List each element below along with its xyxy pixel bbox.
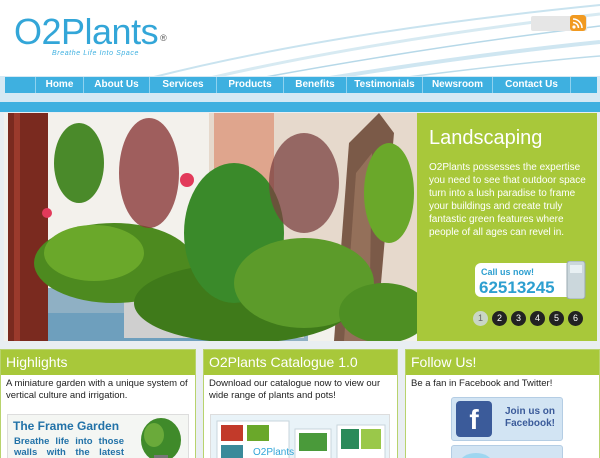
twitter-button[interactable] [451,445,563,458]
facebook-button[interactable]: f Join us on Facebook! [451,397,563,441]
slide-dot-2[interactable]: 2 [492,311,507,326]
plant-thumbnail-icon [141,418,181,458]
nav-item-newsroom[interactable]: Newsroom [422,77,492,93]
catalogue-thumbnail[interactable]: O2Plants [210,414,390,458]
slide-dot-3[interactable]: 3 [511,311,526,326]
call-us-label: Call us now! [481,267,535,277]
facebook-icon: f [456,401,492,437]
hero-info-panel: Landscaping O2Plants possesses the exper… [417,113,597,341]
frame-garden-text: Breathe life into those walls with the l… [14,436,124,458]
call-us-badge[interactable]: Call us now! 62513245 [475,261,587,299]
nav-item-home[interactable]: Home [35,77,83,93]
nav-wrap: Home About Us Services Products Benefits… [0,76,600,102]
catalogue-title: O2Plants Catalogue 1.0 [204,350,397,375]
hero-description: O2Plants possesses the expertise you nee… [429,162,586,238]
catalogue-thumb-logo: O2Plants [253,447,295,458]
slide-dot-6[interactable]: 6 [568,311,583,326]
site-logo[interactable]: O2Plants ® Breathe Life Into Space [14,12,174,62]
hero-title: Landscaping [429,127,543,149]
logo-tagline: Breathe Life Into Space [52,50,139,57]
logo-tagline-row: Breathe Life Into Space [14,50,174,64]
rss-icon[interactable] [570,15,586,31]
nav-item-contact-us[interactable]: Contact Us [492,77,570,93]
frame-garden-title: The Frame Garden [13,419,120,433]
header-divider-bar [0,102,600,112]
slide-dot-4[interactable]: 4 [530,311,545,326]
nav-item-benefits[interactable]: Benefits [283,77,346,93]
highlights-title: Highlights [1,350,195,375]
catalogue-box: O2Plants Catalogue 1.0 Download our cata… [203,349,398,458]
follow-text: Be a fan in Facebook and Twitter! [411,378,553,389]
nav-item-services[interactable]: Services [149,77,216,93]
nav-item-about-us[interactable]: About Us [83,77,149,93]
slide-dot-5[interactable]: 5 [549,311,564,326]
facebook-label: Join us on Facebook! [504,406,555,429]
frame-garden-thumbnail[interactable]: The Frame Garden Breathe life into those… [7,414,189,458]
call-us-number: 62513245 [479,278,555,297]
page: O2Plants ® Breathe Life Into Space Home A… [0,0,600,458]
site-header: O2Plants ® Breathe Life Into Space Home A… [0,0,600,112]
twitter-icon [462,453,490,458]
follow-us-box: Follow Us! Be a fan in Facebook and Twit… [405,349,600,458]
highlights-text: A miniature garden with a unique system … [6,378,188,401]
highlights-box: Highlights A miniature garden with a uni… [0,349,196,458]
nav-spacer-left [5,77,35,93]
nav-spacer-right [570,77,597,93]
nav-item-testimonials[interactable]: Testimonials [346,77,422,93]
logo-wordmark: O2Plants ® [14,11,167,52]
logo-main-text: O2Plants [14,11,159,52]
feature-boxes: Highlights A miniature garden with a uni… [0,343,600,458]
logo-registered: ® [160,33,167,43]
slide-dot-1[interactable]: 1 [473,311,488,326]
catalogue-text: Download our catalogue now to view our w… [209,378,381,401]
hero-slideshow: Landscaping O2Plants possesses the exper… [4,113,597,341]
nav-item-products[interactable]: Products [216,77,283,93]
slide-pager: 1 2 3 4 5 6 [473,311,583,327]
main-nav: Home About Us Services Products Benefits… [5,77,597,93]
landscaping-photo[interactable] [4,113,417,341]
follow-title: Follow Us! [406,350,599,375]
